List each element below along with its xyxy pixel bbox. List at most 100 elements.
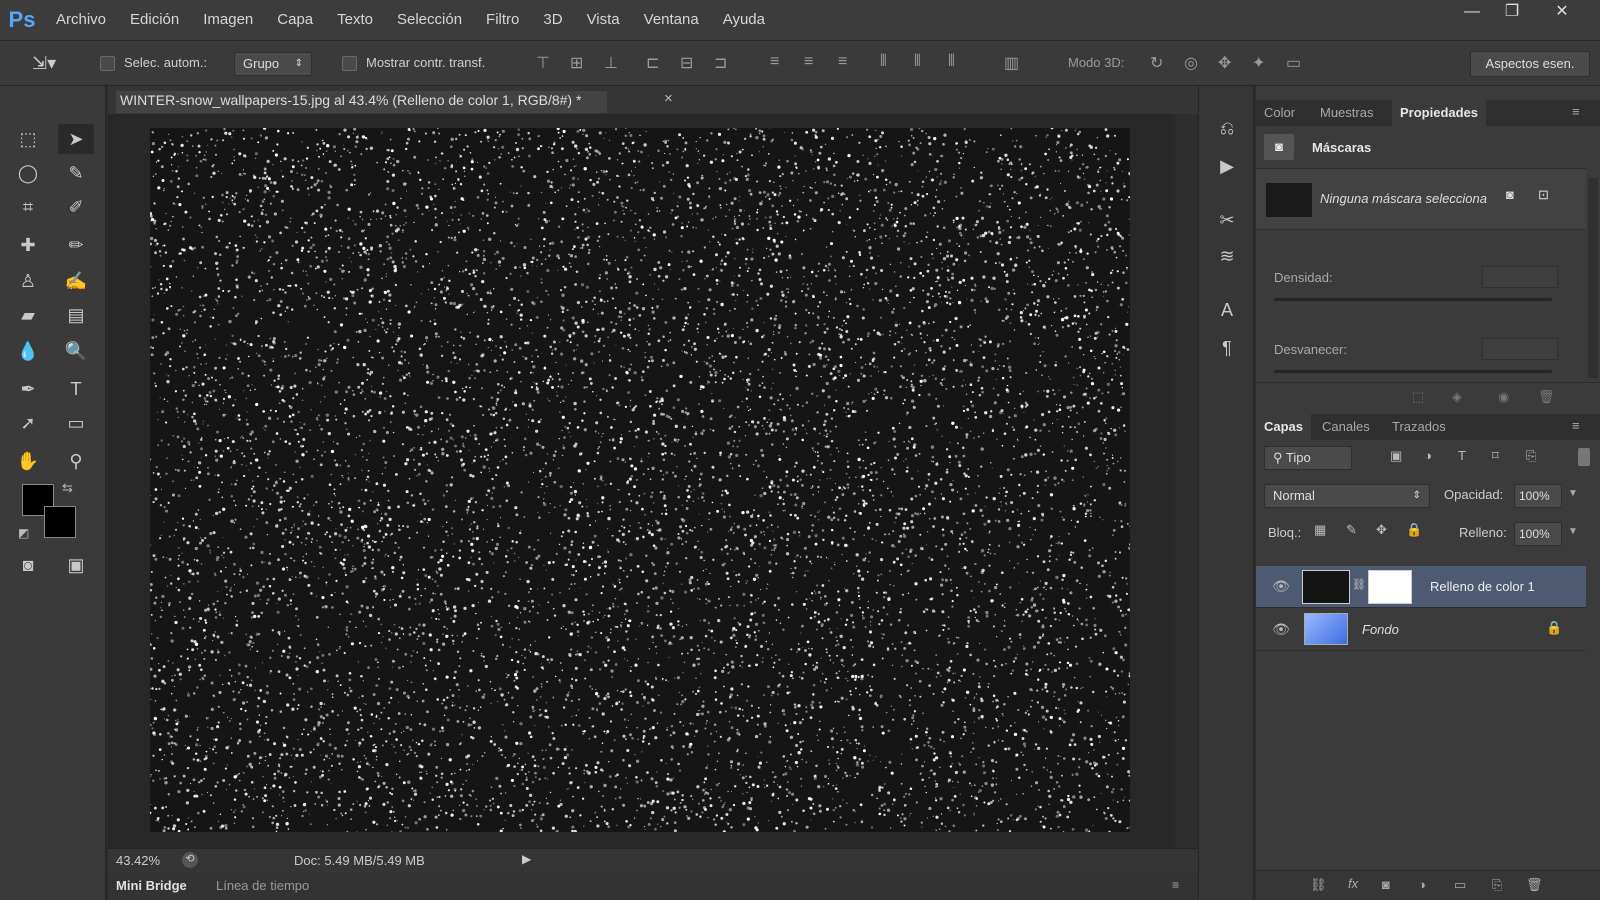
default-colors-icon[interactable]: ◩ [18, 526, 29, 540]
zoom-tool-icon[interactable]: ⚲ [58, 446, 94, 476]
swap-colors-icon[interactable]: ⇆ [62, 480, 73, 496]
auto-select-dropdown[interactable]: Grupo ⇕ [234, 52, 312, 76]
delete-layer-icon[interactable]: 🗑 [1526, 877, 1543, 893]
filter-adjustment-icon[interactable]: ◑ [1424, 448, 1432, 463]
hand-tool-icon[interactable]: ✋ [10, 446, 46, 476]
tool-presets-panel-icon[interactable]: ✂ [1213, 210, 1241, 238]
distribute-right-icon[interactable]: ⫴ [948, 53, 955, 71]
layer-name[interactable]: Relleno de color 1 [1430, 579, 1535, 594]
adjustment-layer-icon[interactable]: ◑ [1418, 877, 1426, 892]
slide-3d-icon[interactable]: ✦ [1252, 53, 1265, 73]
distribute-vcenter-icon[interactable]: ≡ [804, 53, 813, 71]
pixel-mask-icon[interactable]: ◙ [1506, 187, 1514, 202]
menu-ayuda[interactable]: Ayuda [711, 0, 777, 40]
layer-row-fill[interactable]: 👁 ⛓ Relleno de color 1 [1256, 566, 1586, 608]
toggle-mask-icon[interactable]: ◉ [1498, 389, 1509, 405]
move-tool-icon[interactable]: ➤ [58, 124, 94, 154]
menu-imagen[interactable]: Imagen [191, 0, 265, 40]
rotate-3d-icon[interactable]: ↻ [1150, 53, 1163, 73]
menu-edicion[interactable]: Edición [118, 0, 191, 40]
tab-channels[interactable]: Canales [1314, 414, 1378, 440]
crop-tool-icon[interactable]: ⌗ [10, 192, 46, 222]
lock-all-icon[interactable]: 🔒 [1406, 522, 1422, 538]
lock-transparency-icon[interactable]: ▦ [1314, 522, 1326, 538]
menu-vista[interactable]: Vista [575, 0, 632, 40]
clone-stamp-tool-icon[interactable]: ♙ [10, 266, 46, 296]
move-tool-preset-icon[interactable]: ⇲▾ [32, 53, 56, 74]
density-field[interactable] [1482, 266, 1558, 288]
align-hcenter-icon[interactable]: ⊟ [680, 53, 693, 73]
minimize-button[interactable]: — [1452, 0, 1492, 26]
pan-3d-icon[interactable]: ✥ [1218, 53, 1231, 73]
lasso-tool-icon[interactable]: ◯ [10, 158, 46, 188]
panel-menu-icon[interactable]: ≡ [1172, 878, 1179, 892]
lock-pixels-icon[interactable]: ✎ [1346, 522, 1357, 538]
history-panel-icon[interactable]: ⎌ [1213, 118, 1241, 146]
density-slider[interactable] [1274, 298, 1552, 301]
distribute-bottom-icon[interactable]: ≡ [838, 53, 847, 71]
document-canvas[interactable] [150, 128, 1130, 832]
type-tool-icon[interactable]: T [58, 374, 94, 404]
pen-tool-icon[interactable]: ✒ [10, 374, 46, 404]
tab-layers[interactable]: Capas [1256, 414, 1312, 440]
align-top-icon[interactable]: ⊤ [536, 53, 550, 73]
rectangle-tool-icon[interactable]: ▭ [58, 408, 94, 438]
auto-select-checkbox[interactable] [100, 56, 115, 71]
document-tab[interactable]: WINTER-snow_wallpapers-15.jpg al 43.4% (… [116, 91, 608, 113]
history-brush-tool-icon[interactable]: ✍ [58, 266, 94, 296]
properties-scrollbar[interactable] [1588, 178, 1598, 378]
fill-field[interactable]: 100% [1514, 522, 1562, 546]
menu-archivo[interactable]: Archivo [44, 0, 118, 40]
align-vcenter-icon[interactable]: ⊞ [570, 53, 583, 73]
scale-3d-icon[interactable]: ▭ [1286, 53, 1301, 73]
mask-link-icon[interactable]: ⛓ [1352, 578, 1366, 591]
align-bottom-icon[interactable]: ⊥ [604, 53, 618, 73]
maximize-button[interactable]: ❐ [1492, 0, 1532, 26]
filter-pixel-icon[interactable]: ▣ [1390, 448, 1402, 464]
fx-icon[interactable]: fx [1348, 876, 1358, 891]
filter-smart-object-icon[interactable]: ⎘ [1526, 448, 1536, 464]
properties-panel-menu-icon[interactable]: ≡ [1572, 104, 1580, 119]
new-layer-icon[interactable]: ⎘ [1492, 877, 1502, 893]
lock-position-icon[interactable]: ✥ [1376, 522, 1387, 538]
menu-filtro[interactable]: Filtro [474, 0, 531, 40]
zoom-level[interactable]: 43.42% [116, 853, 160, 868]
show-transform-checkbox[interactable] [342, 56, 357, 71]
roll-3d-icon[interactable]: ◎ [1184, 53, 1198, 73]
fill-dropdown-icon[interactable]: ▼ [1568, 526, 1578, 537]
tab-swatches[interactable]: Muestras [1312, 100, 1381, 126]
apply-mask-icon[interactable]: ◈ [1452, 389, 1462, 405]
adjustments-panel-icon[interactable]: ≋ [1213, 246, 1241, 274]
healing-brush-tool-icon[interactable]: ✚ [10, 230, 46, 260]
tab-color[interactable]: Color [1256, 100, 1303, 126]
layer-name[interactable]: Fondo [1362, 622, 1399, 637]
tab-timeline[interactable]: Línea de tiempo [216, 878, 309, 893]
brush-tool-icon[interactable]: ✏ [58, 230, 94, 260]
opacity-field[interactable]: 100% [1514, 484, 1562, 508]
layer-filter-dropdown[interactable]: ⚲ Tipo [1264, 446, 1352, 470]
layer-row-background[interactable]: 👁 Fondo 🔒 [1256, 609, 1586, 651]
quick-select-tool-icon[interactable]: ✎ [58, 158, 94, 188]
link-layers-icon[interactable]: ⛓ [1310, 877, 1327, 893]
load-selection-icon[interactable]: ⬚ [1412, 389, 1424, 405]
blend-mode-dropdown[interactable]: Normal ⇕ [1264, 484, 1430, 508]
new-group-icon[interactable]: ▭ [1454, 877, 1466, 893]
vertical-scrollbar[interactable] [1176, 114, 1196, 848]
eraser-tool-icon[interactable]: ▰ [10, 300, 46, 330]
menu-capa[interactable]: Capa [265, 0, 325, 40]
visibility-eye-icon[interactable]: 👁 [1272, 621, 1290, 639]
quick-mask-icon[interactable]: ◙ [10, 550, 46, 580]
filter-shape-icon[interactable]: ⌑ [1492, 448, 1499, 464]
filter-type-icon[interactable]: T [1458, 448, 1466, 463]
actions-panel-icon[interactable]: ▶ [1213, 156, 1241, 184]
vector-mask-icon[interactable]: ⊡ [1538, 187, 1549, 203]
menu-texto[interactable]: Texto [325, 0, 385, 40]
menu-seleccion[interactable]: Selección [385, 0, 474, 40]
menu-3d[interactable]: 3D [531, 0, 574, 40]
tab-properties[interactable]: Propiedades [1392, 100, 1487, 126]
close-document-icon[interactable]: × [664, 90, 673, 107]
blur-tool-icon[interactable]: 💧 [10, 336, 46, 366]
delete-mask-icon[interactable]: 🗑 [1538, 389, 1555, 405]
share-icon[interactable]: ⟲ [182, 852, 198, 868]
marquee-tool-icon[interactable]: ⬚ [10, 124, 46, 154]
